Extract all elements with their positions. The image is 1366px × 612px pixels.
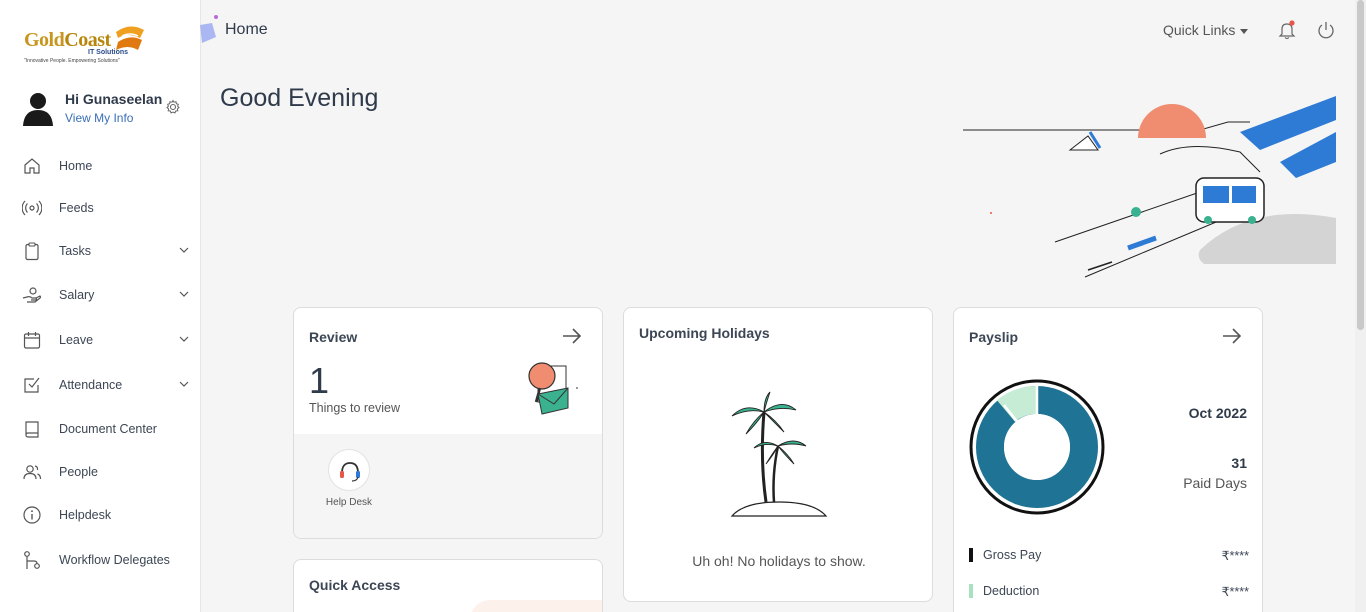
sidebar-item-document-center[interactable]: Document Center	[0, 408, 200, 448]
chevron-down-icon	[179, 247, 189, 253]
gross-pay-row: Gross Pay ₹****	[969, 546, 1249, 564]
arrow-right-icon[interactable]	[561, 327, 583, 345]
scrollbar-thumb[interactable]	[1357, 0, 1364, 330]
caret-down-icon	[1240, 28, 1249, 34]
broadcast-icon	[22, 200, 42, 216]
chevron-down-icon	[179, 381, 189, 387]
sidebar-item-label: Attendance	[59, 378, 123, 392]
holidays-title: Upcoming Holidays	[639, 325, 770, 341]
sidebar-item-label: People	[59, 465, 98, 479]
logo-mark-icon	[116, 26, 144, 50]
holidays-empty-message: Uh oh! No holidays to show.	[692, 553, 866, 569]
sidebar-item-salary[interactable]: Salary	[0, 274, 200, 314]
sidebar-item-label: Document Center	[59, 422, 157, 436]
deduction-label: Deduction	[983, 584, 1040, 598]
home-icon	[24, 158, 40, 174]
hand-money-icon	[22, 287, 42, 303]
greeting-heading: Good Evening	[220, 84, 379, 112]
paid-days-value: 31	[1231, 455, 1247, 471]
quick-access-card: Quick Access	[293, 559, 603, 612]
payslip-donut-chart	[969, 379, 1105, 515]
checkbox-icon	[24, 377, 40, 393]
deduction-swatch	[969, 584, 973, 598]
review-subtitle: Things to review	[309, 401, 401, 415]
menu-toggle-icon[interactable]	[198, 15, 220, 45]
quick-links-dropdown[interactable]: Quick Links	[1163, 22, 1249, 38]
sidebar-item-attendance[interactable]: Attendance	[0, 364, 200, 404]
power-icon[interactable]	[1316, 20, 1336, 40]
sidebar-item-home[interactable]: Home	[0, 145, 200, 185]
review-title: Review	[309, 329, 358, 345]
review-count: 1	[309, 360, 330, 401]
sidebar-item-label: Home	[59, 159, 93, 173]
payslip-card: Payslip Oct 2022 31 Paid Days Gross Pay …	[953, 307, 1263, 612]
workflow-icon	[24, 551, 40, 569]
page-title: Home	[225, 21, 268, 38]
deduction-value: ₹****	[1221, 585, 1249, 599]
sidebar-item-label: Tasks	[59, 244, 91, 258]
donut-secondary-segment	[997, 386, 1038, 423]
sidebar-item-label: Helpdesk	[59, 508, 112, 522]
arrow-right-icon[interactable]	[1221, 327, 1243, 345]
help-desk-label: Help Desk	[325, 497, 373, 508]
chevron-down-icon	[179, 336, 189, 342]
upcoming-holidays-card: Upcoming Holidays Uh oh! No holidays to …	[623, 307, 933, 602]
headset-icon	[340, 462, 360, 482]
avatar[interactable]	[22, 90, 54, 126]
payslip-month: Oct 2022	[1188, 405, 1247, 421]
gross-pay-label: Gross Pay	[983, 548, 1042, 562]
palm-island-illustration	[730, 391, 828, 517]
chevron-down-icon	[179, 291, 189, 297]
sidebar-item-label: Workflow Delegates	[59, 553, 170, 567]
sidebar-item-label: Feeds	[59, 201, 94, 215]
sidebar-item-label: Leave	[59, 333, 94, 347]
quick-access-decoration	[470, 600, 602, 612]
people-icon	[23, 465, 42, 480]
review-card: Review 1 Things to review Help Desk	[293, 307, 603, 539]
clipboard-icon	[25, 242, 39, 261]
sidebar-item-label: Salary	[59, 288, 95, 302]
company-logo[interactable]: GoldCoast IT Solutions "Innovative Peopl…	[22, 20, 152, 68]
hero-illustration	[963, 96, 1336, 278]
bell-icon[interactable]	[1277, 20, 1297, 40]
sidebar: GoldCoast IT Solutions "Innovative Peopl…	[0, 0, 201, 612]
sidebar-item-helpdesk[interactable]: Helpdesk	[0, 494, 200, 534]
review-illustration	[528, 362, 578, 415]
deduction-row: Deduction ₹****	[969, 582, 1249, 600]
sidebar-item-leave[interactable]: Leave	[0, 319, 200, 359]
user-profile: Hi Gunaseelan View My Info	[22, 88, 192, 130]
quick-access-title: Quick Access	[309, 577, 401, 593]
view-my-info-link[interactable]: View My Info	[65, 111, 133, 125]
gross-pay-swatch	[969, 548, 973, 562]
review-shortcuts: Help Desk	[294, 434, 602, 538]
payslip-title: Payslip	[969, 329, 1019, 345]
info-icon	[23, 506, 41, 524]
gear-icon[interactable]	[165, 99, 181, 115]
sidebar-item-feeds[interactable]: Feeds	[0, 187, 200, 227]
logo-tagline: "Innovative People. Empowering Solutions…	[24, 58, 120, 64]
paid-days-label: Paid Days	[1183, 475, 1247, 491]
user-greeting: Hi Gunaseelan	[65, 91, 163, 107]
help-desk-button[interactable]	[328, 449, 370, 491]
calendar-icon	[23, 332, 41, 349]
sidebar-item-workflow-delegates[interactable]: Workflow Delegates	[0, 539, 200, 579]
sidebar-item-people[interactable]: People	[0, 451, 200, 491]
page-scrollbar[interactable]	[1355, 0, 1366, 612]
sidebar-item-tasks[interactable]: Tasks	[0, 230, 200, 270]
book-icon	[25, 421, 39, 438]
gross-pay-value: ₹****	[1221, 549, 1249, 563]
